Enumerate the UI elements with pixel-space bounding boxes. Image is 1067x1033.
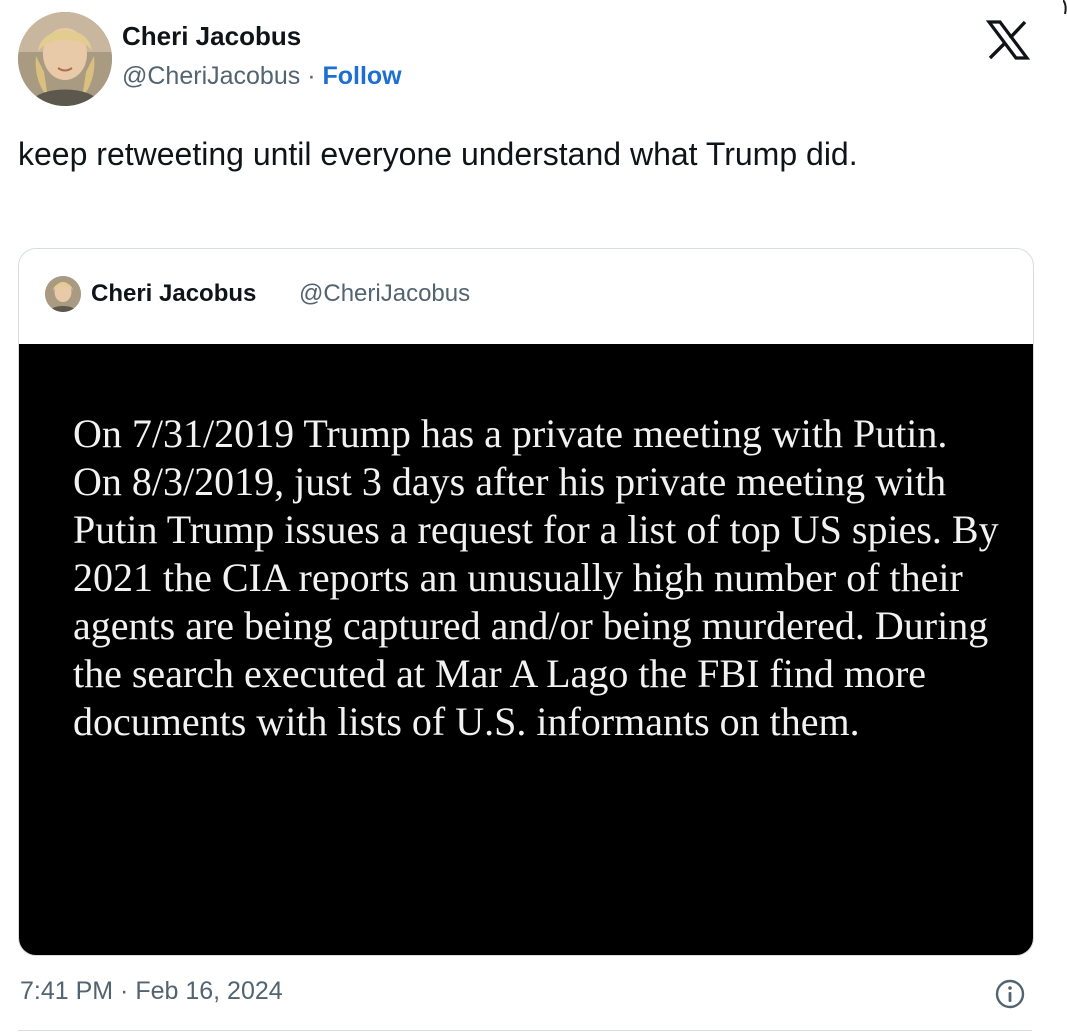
tweet-text: keep retweeting until everyone understan… <box>18 136 858 172</box>
avatar-photo-icon <box>45 276 81 312</box>
tweet-timestamp[interactable]: 7:41 PM · Feb 16, 2024 <box>20 976 283 1006</box>
meta-separator: · <box>300 62 323 90</box>
quoted-tweet-image[interactable]: On 7/31/2019 Trump has a private meeting… <box>19 344 1033 955</box>
quoted-author-avatar[interactable] <box>45 276 81 312</box>
quoted-author-name[interactable]: Cheri Jacobus <box>91 279 256 309</box>
quoted-image-text: On 7/31/2019 Trump has a private meeting… <box>73 411 999 744</box>
author-name[interactable]: Cheri Jacobus <box>122 20 301 52</box>
avatar-photo-icon <box>18 12 112 106</box>
author-handle[interactable]: @CheriJacobus <box>122 62 300 90</box>
follow-button[interactable]: Follow <box>322 62 401 90</box>
info-icon[interactable] <box>994 978 1026 1010</box>
quoted-author-handle[interactable]: @CheriJacobus <box>299 279 470 309</box>
corner-edge-mark <box>1063 0 1067 14</box>
quoted-tweet-card[interactable]: Cheri Jacobus @CheriJacobus On 7/31/2019… <box>18 248 1034 956</box>
author-meta: @CheriJacobus · Follow <box>122 61 402 91</box>
x-logo-icon[interactable] <box>986 20 1030 60</box>
author-avatar[interactable] <box>18 12 112 106</box>
bottom-divider <box>18 1030 1032 1031</box>
